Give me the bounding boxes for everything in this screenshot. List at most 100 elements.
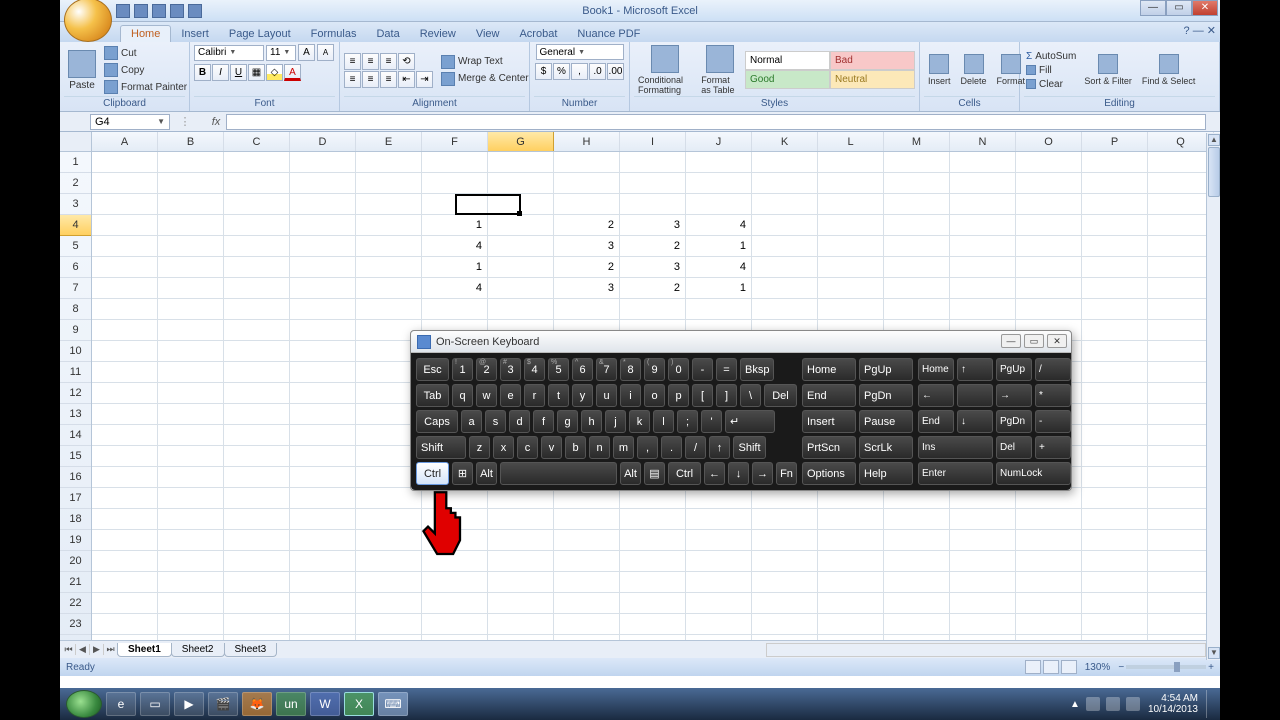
row-header[interactable]: 10 [60,341,91,362]
key-scrlk[interactable]: ScrLk [859,436,913,459]
cell[interactable] [224,446,290,467]
cell[interactable] [92,320,158,341]
cell[interactable]: 3 [554,236,620,257]
cell[interactable] [950,299,1016,320]
volume-icon[interactable] [1126,697,1140,711]
key-→[interactable]: → [752,462,773,485]
cell[interactable] [158,572,224,593]
cell[interactable] [1082,614,1148,635]
cell[interactable] [224,320,290,341]
name-box[interactable]: G4▼ [90,114,170,130]
cell[interactable] [92,551,158,572]
cell[interactable] [290,152,356,173]
cell[interactable] [290,446,356,467]
cell[interactable] [224,593,290,614]
cell[interactable] [818,551,884,572]
tab-acrobat[interactable]: Acrobat [509,26,567,42]
cell[interactable] [1082,341,1148,362]
col-header[interactable]: G [488,132,554,151]
key-↑[interactable]: ↑ [709,436,730,459]
col-header[interactable]: M [884,132,950,151]
cell[interactable] [224,299,290,320]
key-←[interactable]: ← [704,462,725,485]
font-size-combo[interactable]: 11▼ [266,45,296,61]
dec-decimal-icon[interactable]: .00 [607,63,624,80]
osk-minimize-button[interactable]: — [1001,334,1021,348]
fill-button[interactable]: Fill [1024,64,1078,77]
cell[interactable] [818,278,884,299]
cell[interactable] [488,173,554,194]
cell[interactable] [620,593,686,614]
cell[interactable] [752,299,818,320]
cell[interactable] [752,278,818,299]
maximize-button[interactable]: ▭ [1166,0,1192,16]
cell[interactable] [1082,215,1148,236]
align-mid-icon[interactable]: ≡ [362,53,379,70]
cell[interactable] [818,572,884,593]
cell[interactable] [950,509,1016,530]
cell[interactable] [1082,173,1148,194]
cell[interactable] [92,194,158,215]
tray-icon[interactable] [1086,697,1100,711]
cell[interactable] [1082,194,1148,215]
key-o[interactable]: o [644,384,665,407]
cell[interactable] [356,488,422,509]
cell[interactable] [488,572,554,593]
cell[interactable] [224,278,290,299]
cell[interactable] [686,173,752,194]
italic-button[interactable]: I [212,64,229,81]
cell[interactable] [818,194,884,215]
col-header[interactable]: I [620,132,686,151]
cell[interactable] [488,299,554,320]
key-e[interactable]: e [500,384,521,407]
cell[interactable]: 3 [554,278,620,299]
tab-formulas[interactable]: Formulas [301,26,367,42]
cell[interactable] [554,509,620,530]
cell[interactable] [92,614,158,635]
row-header[interactable]: 1 [60,152,91,173]
cell[interactable] [1148,614,1214,635]
select-all-corner[interactable] [60,132,92,152]
cell[interactable] [1082,551,1148,572]
row-header[interactable]: 2 [60,173,91,194]
cell[interactable] [158,152,224,173]
zoom-in-icon[interactable]: + [1208,662,1214,673]
delete-cells-button[interactable]: Delete [957,54,991,86]
row-header[interactable]: 6 [60,257,91,278]
cell[interactable] [224,530,290,551]
percent-icon[interactable]: % [553,63,570,80]
page-break-view-icon[interactable] [1061,660,1077,674]
cell[interactable] [290,593,356,614]
font-name-combo[interactable]: Calibri▼ [194,45,264,61]
cell[interactable] [488,614,554,635]
cell[interactable] [884,236,950,257]
row-header[interactable]: 8 [60,299,91,320]
align-bot-icon[interactable]: ≡ [380,53,397,70]
orientation-icon[interactable]: ⟲ [398,53,415,70]
cell[interactable] [1016,215,1082,236]
print-icon[interactable] [170,4,184,18]
cell[interactable] [554,152,620,173]
cell[interactable] [884,551,950,572]
key--[interactable]: - [692,358,713,381]
key-caps[interactable]: Caps [416,410,458,433]
key-esc[interactable]: Esc [416,358,449,381]
cell[interactable] [686,194,752,215]
on-screen-keyboard-window[interactable]: On-Screen Keyboard — ▭ ✕ Esc!1@2#3$4%5^6… [410,330,1072,491]
cell[interactable] [884,152,950,173]
cell[interactable] [818,299,884,320]
border-button[interactable]: ▦ [248,64,265,81]
style-neutral[interactable]: Neutral [830,70,915,89]
cell[interactable] [1016,152,1082,173]
key-g[interactable]: g [557,410,578,433]
cell[interactable] [158,341,224,362]
cell[interactable]: 1 [686,278,752,299]
key-del[interactable]: Del [764,384,797,407]
cell[interactable] [224,257,290,278]
cell[interactable] [554,194,620,215]
cell[interactable] [422,194,488,215]
autosum-button[interactable]: Σ AutoSum [1024,50,1078,63]
numkey-/[interactable]: / [1035,358,1071,381]
cell[interactable] [158,362,224,383]
key-u[interactable]: u [596,384,617,407]
